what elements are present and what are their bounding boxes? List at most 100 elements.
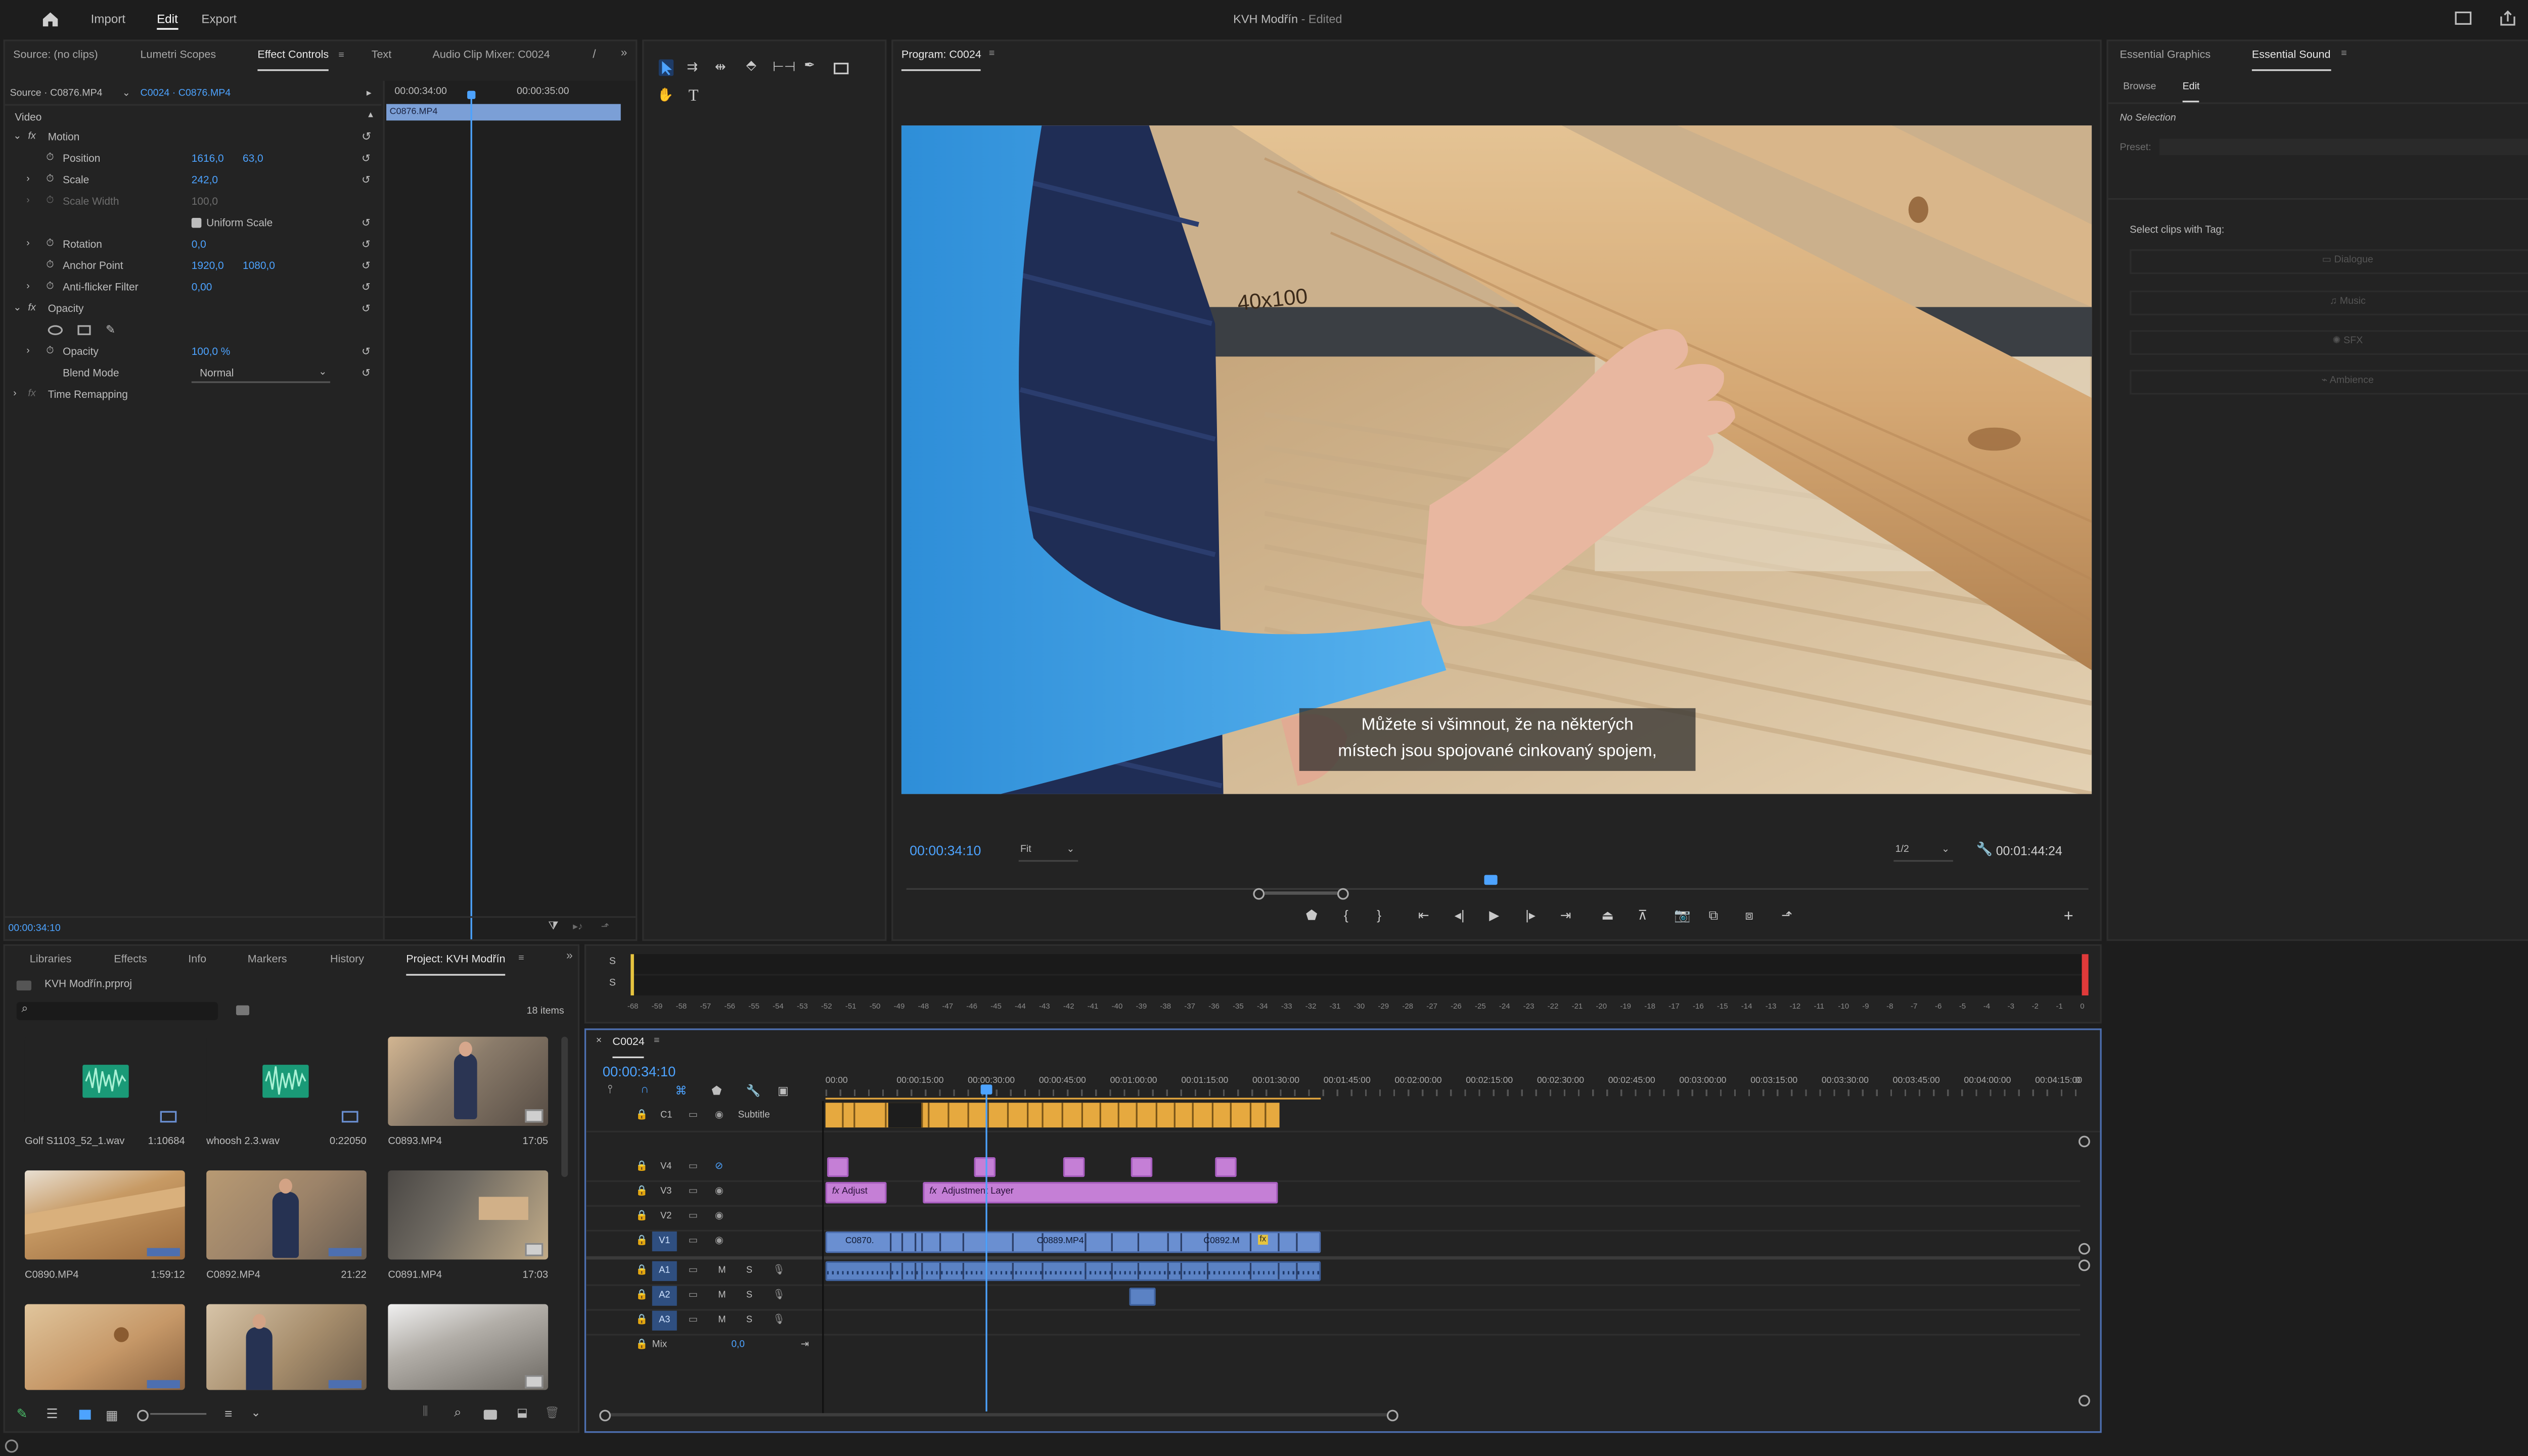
project-scrollbar[interactable] bbox=[561, 1036, 568, 1177]
marker-icon[interactable]: ⬟ bbox=[1306, 908, 1318, 923]
lift-icon[interactable]: ⏏ bbox=[1601, 908, 1614, 923]
mark-in-icon[interactable]: { bbox=[1344, 908, 1348, 923]
microphone-icon[interactable]: 🎙 bbox=[773, 1314, 785, 1326]
reset-icon[interactable]: ↺ bbox=[362, 213, 371, 234]
resolution-select[interactable]: 1/2 ⌄ bbox=[1893, 844, 1953, 862]
new-bin-icon[interactable] bbox=[483, 1409, 497, 1420]
menu-import[interactable]: Import bbox=[91, 12, 125, 26]
tab-essential-sound[interactable]: Essential Sound bbox=[2251, 43, 2330, 71]
pen-icon[interactable]: ✒ bbox=[804, 58, 815, 72]
icon-view-icon[interactable] bbox=[79, 1409, 91, 1420]
sort-icon[interactable]: ≡ bbox=[224, 1406, 232, 1421]
panel-menu-icon[interactable]: ≡ bbox=[989, 50, 995, 60]
microphone-icon[interactable]: 🎙 bbox=[773, 1264, 785, 1276]
status-icon[interactable] bbox=[5, 1439, 18, 1453]
add-button-icon[interactable]: + bbox=[2064, 908, 2073, 926]
razor-icon[interactable]: ⬘ bbox=[746, 58, 756, 72]
disclosure-icon[interactable]: › bbox=[26, 170, 30, 191]
comparison-icon[interactable]: ⧈ bbox=[1745, 908, 1753, 925]
opacity-value[interactable]: 100,0 % bbox=[192, 342, 231, 363]
stopwatch-icon[interactable]: ⏱ bbox=[46, 278, 54, 299]
toggle-sync-icon[interactable]: ▭ bbox=[689, 1314, 698, 1326]
toggle-sync-icon[interactable]: ▭ bbox=[689, 1210, 698, 1222]
time-remap-row[interactable]: › fx Time Remapping bbox=[5, 385, 381, 406]
fx-icon[interactable]: fx bbox=[28, 385, 36, 406]
reset-icon[interactable]: ↺ bbox=[362, 342, 371, 363]
tab-markers[interactable]: Markers bbox=[248, 947, 287, 974]
position-y-value[interactable]: 63,0 bbox=[243, 149, 263, 170]
timeline-clip[interactable] bbox=[1129, 1287, 1156, 1306]
stopwatch-icon[interactable]: ⏱ bbox=[46, 256, 54, 277]
tab-essential-graphics[interactable]: Essential Graphics bbox=[2120, 43, 2211, 69]
export-icon[interactable]: ⬏ bbox=[601, 921, 609, 933]
home-icon[interactable] bbox=[41, 10, 60, 28]
zoom-slider-track[interactable] bbox=[150, 1413, 207, 1415]
go-to-end-icon[interactable]: ⇥ bbox=[801, 1339, 809, 1350]
project-item[interactable] bbox=[206, 1304, 367, 1390]
anchor-y-value[interactable]: 1080,0 bbox=[243, 256, 275, 277]
tab-history[interactable]: History bbox=[330, 947, 364, 974]
eye-icon[interactable]: ◉ bbox=[715, 1235, 724, 1247]
microphone-icon[interactable]: 🎙 bbox=[773, 1289, 785, 1301]
reset-icon[interactable]: ↺ bbox=[362, 363, 371, 384]
ripple-edit-icon[interactable]: ⇹ bbox=[715, 60, 726, 74]
stopwatch-icon[interactable]: ⏱ bbox=[46, 235, 54, 256]
project-item[interactable]: C0893.MP4 17:05 bbox=[388, 1036, 549, 1153]
solo-button-1[interactable]: S bbox=[609, 958, 616, 968]
insert-icon[interactable]: ⧉ bbox=[1709, 908, 1719, 925]
fx-icon[interactable]: fx bbox=[28, 127, 36, 148]
eye-off-icon[interactable]: ⊘ bbox=[715, 1161, 723, 1172]
toggle-sync-icon[interactable]: ▭ bbox=[689, 1289, 698, 1301]
type-icon[interactable]: T bbox=[689, 87, 699, 106]
chevron-down-icon[interactable]: ⌄ bbox=[122, 87, 130, 99]
timeline-clip[interactable] bbox=[825, 1261, 1321, 1281]
step-forward-icon[interactable]: |▸ bbox=[1525, 908, 1536, 923]
tab-sequence[interactable]: C0024 bbox=[612, 1030, 646, 1059]
stopwatch-icon[interactable]: ⏱ bbox=[46, 149, 54, 170]
new-bin-icon[interactable] bbox=[236, 1005, 250, 1016]
tab-effects[interactable]: Effects bbox=[114, 947, 147, 974]
panel-menu-icon[interactable]: ≡ bbox=[518, 954, 524, 964]
disclosure-icon[interactable]: › bbox=[26, 342, 30, 363]
automate-icon[interactable]: ⫼ bbox=[423, 1406, 428, 1420]
filter-icon[interactable]: ⧩ bbox=[548, 921, 558, 934]
zoom-handle-right[interactable] bbox=[1337, 888, 1349, 900]
project-item[interactable]: C0892.MP4 21:22 bbox=[206, 1170, 367, 1286]
collapse-icon[interactable]: ▴ bbox=[368, 106, 373, 127]
reset-icon[interactable]: ↺ bbox=[362, 170, 371, 191]
freeform-view-icon[interactable]: ▦ bbox=[106, 1408, 118, 1423]
project-item[interactable]: whoosh 2.3.wav 0:22050 bbox=[206, 1036, 367, 1153]
disclosure-icon[interactable]: ⌄ bbox=[13, 127, 21, 148]
lock-icon[interactable]: 🔒 bbox=[636, 1264, 648, 1276]
fit-select[interactable]: Fit ⌄ bbox=[1018, 844, 1078, 862]
disclosure-icon[interactable]: › bbox=[26, 235, 30, 256]
timeline-clip[interactable] bbox=[974, 1157, 996, 1177]
timeline-clip[interactable] bbox=[1215, 1157, 1237, 1177]
reset-icon[interactable]: ↺ bbox=[362, 256, 371, 277]
toggle-sync-icon[interactable]: ▭ bbox=[689, 1264, 698, 1276]
lock-icon[interactable]: 🔒 bbox=[636, 1289, 648, 1301]
tab-overflow-icon[interactable]: / bbox=[593, 50, 596, 61]
video-frame[interactable]: 40x100 Můžete si všimnout, že na některý… bbox=[901, 125, 2092, 794]
lock-icon[interactable]: 🔒 bbox=[636, 1235, 648, 1247]
extract-icon[interactable]: ⊼ bbox=[1638, 908, 1647, 923]
search-input[interactable]: ⌕ bbox=[16, 1002, 218, 1020]
sequence-clip-label[interactable]: C0024 · C0876.MP4 bbox=[141, 89, 231, 99]
solo-button[interactable]: S bbox=[746, 1291, 752, 1301]
selection-tool-icon[interactable] bbox=[658, 59, 674, 76]
track-id-a2[interactable]: A2 bbox=[652, 1286, 677, 1306]
zoom-handle-left[interactable] bbox=[1253, 888, 1265, 900]
timeline-clip[interactable]: fx Adjust bbox=[825, 1181, 887, 1204]
wrench-icon[interactable]: 🔧 bbox=[746, 1084, 760, 1098]
stopwatch-icon[interactable]: ⏱ bbox=[46, 170, 54, 191]
rectangle-icon[interactable] bbox=[833, 63, 849, 74]
chevron-down-icon[interactable]: ⌄ bbox=[251, 1406, 260, 1420]
disclosure-icon[interactable]: ⌄ bbox=[13, 299, 21, 320]
mute-button[interactable]: M bbox=[718, 1315, 726, 1326]
reset-icon[interactable]: ↺ bbox=[362, 299, 371, 320]
expand-icon[interactable]: ▸ bbox=[367, 87, 372, 99]
motion-row[interactable]: ⌄ fx Motion ↺ bbox=[5, 127, 381, 148]
position-x-value[interactable]: 1616,0 bbox=[192, 149, 224, 170]
tab-info[interactable]: Info bbox=[188, 947, 206, 974]
rectangle-mask-icon[interactable] bbox=[77, 325, 91, 335]
